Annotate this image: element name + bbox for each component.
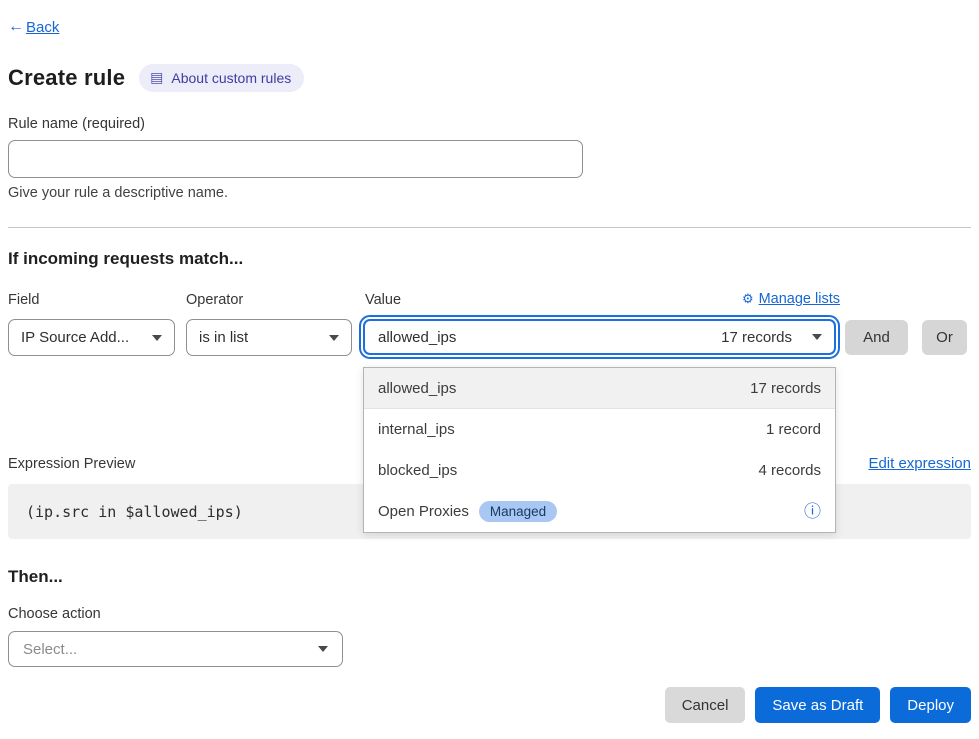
book-icon: ▤ bbox=[150, 69, 163, 86]
expression-preview-label: Expression Preview bbox=[8, 456, 135, 472]
manage-lists-link[interactable]: ⚙ Manage lists bbox=[742, 291, 840, 307]
chevron-down-icon bbox=[329, 335, 339, 341]
create-rule-page: ← Back Create rule ▤ About custom rules … bbox=[0, 0, 979, 723]
and-button[interactable]: And bbox=[845, 320, 908, 355]
save-as-draft-button[interactable]: Save as Draft bbox=[755, 687, 880, 723]
chevron-down-icon bbox=[152, 335, 162, 341]
match-section-heading: If incoming requests match... bbox=[8, 249, 971, 269]
section-divider bbox=[8, 227, 971, 228]
value-select-value: allowed_ips bbox=[378, 329, 456, 346]
expression-code: (ip.src in $allowed_ips) bbox=[26, 503, 243, 521]
manage-lists-label: Manage lists bbox=[759, 291, 840, 307]
list-name: Open Proxies bbox=[378, 503, 469, 520]
dropdown-item-blocked-ips[interactable]: blocked_ips 4 records bbox=[364, 450, 835, 491]
info-icon[interactable]: ⓘ bbox=[804, 503, 821, 520]
operator-label: Operator bbox=[186, 292, 243, 308]
field-select-value: IP Source Add... bbox=[21, 329, 129, 346]
title-row: Create rule ▤ About custom rules bbox=[8, 64, 971, 92]
match-controls: Field Operator Value ⚙ Manage lists IP S… bbox=[8, 292, 971, 356]
field-label: Field bbox=[8, 292, 39, 308]
list-record-count: 4 records bbox=[758, 462, 821, 479]
back-link[interactable]: ← Back bbox=[8, 18, 59, 36]
dropdown-item-open-proxies[interactable]: Open Proxies Managed ⓘ bbox=[364, 491, 835, 532]
list-name: allowed_ips bbox=[378, 380, 456, 397]
footer-actions: Cancel Save as Draft Deploy bbox=[8, 687, 971, 723]
action-select-placeholder: Select... bbox=[23, 641, 77, 658]
rule-name-helper: Give your rule a descriptive name. bbox=[8, 185, 971, 201]
back-row: ← Back bbox=[8, 18, 971, 36]
dropdown-item-allowed-ips[interactable]: allowed_ips 17 records bbox=[364, 368, 835, 409]
value-select[interactable]: allowed_ips 17 records bbox=[363, 319, 836, 355]
value-dropdown-panel: allowed_ips 17 records internal_ips 1 re… bbox=[363, 367, 836, 533]
operator-select[interactable]: is in list bbox=[186, 319, 352, 356]
field-select[interactable]: IP Source Add... bbox=[8, 319, 175, 356]
gear-icon: ⚙ bbox=[742, 291, 754, 307]
chevron-down-icon bbox=[318, 646, 328, 652]
edit-expression-link[interactable]: Edit expression bbox=[868, 455, 971, 472]
about-custom-rules-badge[interactable]: ▤ About custom rules bbox=[139, 64, 304, 92]
page-title: Create rule bbox=[8, 65, 125, 91]
rule-name-input[interactable] bbox=[8, 140, 583, 178]
dropdown-item-internal-ips[interactable]: internal_ips 1 record bbox=[364, 409, 835, 450]
about-badge-label: About custom rules bbox=[171, 70, 291, 86]
or-button[interactable]: Or bbox=[922, 320, 967, 355]
back-link-label: Back bbox=[26, 19, 59, 36]
list-name: internal_ips bbox=[378, 421, 455, 438]
then-section-heading: Then... bbox=[8, 567, 971, 587]
value-label: Value bbox=[365, 292, 401, 308]
rule-name-label: Rule name (required) bbox=[8, 116, 971, 132]
back-arrow-icon: ← bbox=[8, 18, 24, 36]
cancel-button[interactable]: Cancel bbox=[665, 687, 746, 723]
list-name: blocked_ips bbox=[378, 462, 457, 479]
deploy-button[interactable]: Deploy bbox=[890, 687, 971, 723]
managed-badge: Managed bbox=[479, 501, 557, 522]
list-record-count: 17 records bbox=[750, 380, 821, 397]
choose-action-label: Choose action bbox=[8, 606, 971, 622]
operator-select-value: is in list bbox=[199, 329, 248, 346]
chevron-down-icon bbox=[812, 334, 822, 340]
action-select[interactable]: Select... bbox=[8, 631, 343, 667]
list-record-count: 1 record bbox=[766, 421, 821, 438]
value-select-records: 17 records bbox=[721, 329, 792, 346]
